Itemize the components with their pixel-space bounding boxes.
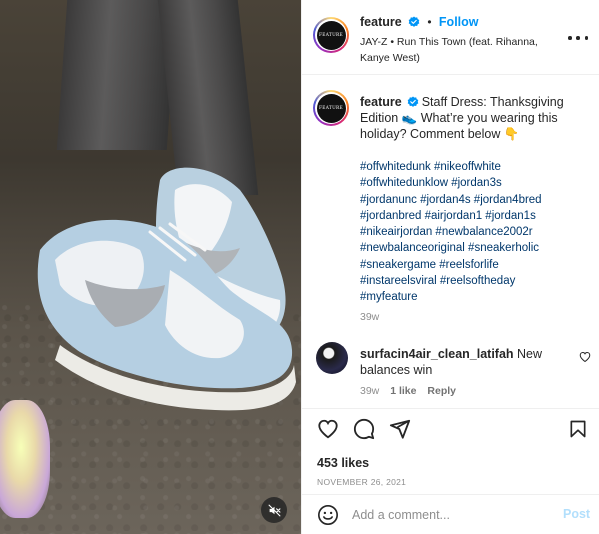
share-icon[interactable]: [389, 418, 411, 440]
post-details-panel: FEATURE feature • Follow JAY-Z • Run Thi…: [301, 0, 599, 534]
comment-icon[interactable]: [353, 418, 375, 440]
header-separator: •: [427, 15, 432, 29]
comment-reply-button[interactable]: Reply: [427, 385, 456, 397]
muted-speaker-icon: [268, 504, 281, 516]
post-actions: 453 likes NOVEMBER 26, 2021: [302, 408, 599, 498]
hashtag-line[interactable]: #myfeature: [360, 289, 584, 305]
comment-input[interactable]: [352, 506, 552, 524]
author-avatar[interactable]: FEATURE: [313, 17, 349, 53]
comments-section[interactable]: FEATURE feature Staff Dress: Thanksgivin…: [302, 76, 599, 408]
hashtag-line[interactable]: #newbalanceoriginal #sneakerholic: [360, 240, 584, 256]
feature-logo: FEATURE: [316, 93, 346, 123]
post-header: FEATURE feature • Follow JAY-Z • Run Thi…: [302, 0, 599, 75]
instagram-post-view: FEATURE feature • Follow JAY-Z • Run Thi…: [0, 0, 599, 534]
comment-item: surfacin4air_clean_latifah New balances …: [360, 346, 570, 378]
caption-hashtags: #offwhitedunk #nikeoffwhite #offwhitedun…: [360, 159, 584, 306]
hashtag-line[interactable]: #sneakergame #reelsforlife: [360, 257, 584, 273]
post-caption: feature Staff Dress: Thanksgiving Editio…: [360, 94, 584, 142]
hashtag-line[interactable]: #instareelsviral #reelsoftheday: [360, 273, 584, 289]
sneakers-illustration: [37, 167, 296, 411]
audio-track-line-2: Kanye West): [360, 52, 420, 64]
post-date: NOVEMBER 26, 2021: [317, 477, 407, 487]
mute-toggle-button[interactable]: [261, 497, 287, 523]
commenter-avatar[interactable]: [316, 342, 348, 374]
follow-button[interactable]: Follow: [439, 15, 479, 29]
audio-track-link[interactable]: JAY-Z • Run This Town (feat. Rihanna, Ka…: [360, 34, 538, 66]
comment-age: 39w: [360, 385, 380, 397]
feature-logo: FEATURE: [316, 20, 346, 50]
comment-like-heart-icon[interactable]: [579, 351, 591, 363]
bookmark-icon[interactable]: [568, 418, 588, 440]
hashtag-line[interactable]: #jordanunc #jordan4s #jordan4bred: [360, 192, 584, 208]
commenter-username[interactable]: surfacin4air_clean_latifah: [360, 347, 514, 361]
post-comment-button[interactable]: Post: [563, 507, 590, 521]
hashtag-line[interactable]: #offwhitedunklow #jordan3s: [360, 175, 584, 191]
emoji-icon[interactable]: [317, 504, 339, 526]
caption-age: 39w: [360, 311, 380, 323]
more-options-icon[interactable]: [568, 30, 588, 46]
verified-badge-icon: [407, 96, 418, 107]
caption-author-avatar[interactable]: FEATURE: [313, 90, 349, 126]
verified-badge-icon: [408, 16, 420, 27]
hashtag-line[interactable]: #jordanbred #airjordan1 #jordan1s: [360, 208, 584, 224]
comment-composer: Post: [302, 494, 599, 534]
heart-icon[interactable]: [317, 418, 339, 440]
author-username[interactable]: feature: [360, 15, 402, 29]
comment-meta: 39w 1 like Reply: [360, 385, 456, 397]
caption-username[interactable]: feature: [360, 95, 402, 109]
comment-likes-link[interactable]: 1 like: [390, 385, 416, 397]
post-video[interactable]: [0, 0, 301, 534]
hashtag-line[interactable]: #nikeairjordan #newbalance2002r: [360, 224, 584, 240]
hashtag-line[interactable]: #offwhitedunk #nikeoffwhite: [360, 159, 584, 175]
likes-count[interactable]: 453 likes: [317, 456, 369, 470]
audio-track-line-1: JAY-Z • Run This Town (feat. Rihanna,: [360, 36, 538, 48]
